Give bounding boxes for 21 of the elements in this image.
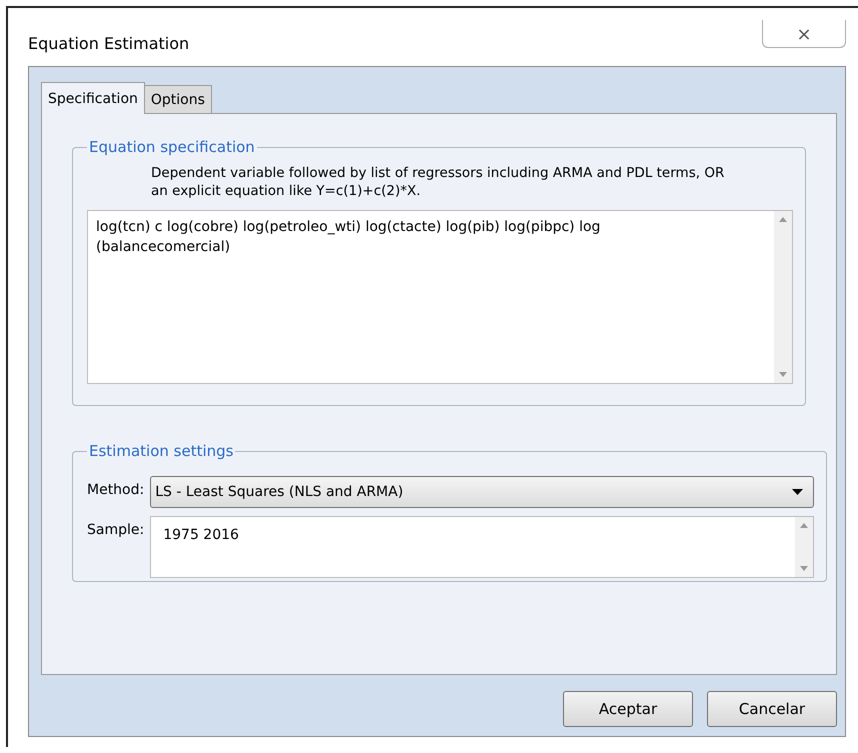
sample-label: Sample: (87, 521, 144, 538)
cancel-button[interactable]: Cancelar (707, 691, 837, 727)
tab[interactable]: Options (144, 85, 212, 113)
scrollbar[interactable] (795, 517, 814, 577)
method-label: Method: (87, 481, 144, 498)
scroll-up-icon[interactable] (779, 217, 787, 222)
close-button[interactable]: ⨯ (762, 20, 846, 48)
scroll-up-icon[interactable] (800, 523, 808, 528)
tab[interactable]: Specification (41, 82, 145, 114)
group-title: Equation specification (88, 138, 256, 156)
ok-button[interactable]: Aceptar (563, 691, 693, 727)
equation-field[interactable]: log(tcn) c log(cobre) log(petroleo_wti) log(ctacte) log(pib) log(pibpc) log (balancecomercial) (87, 210, 793, 384)
method-dropdown[interactable]: LS - Least Squares (NLS and ARMA) (150, 476, 814, 508)
window-title: Equation Estimation (28, 34, 190, 53)
sample-field[interactable]: 1975 2016 (150, 516, 814, 578)
scroll-down-icon[interactable] (800, 566, 808, 571)
scrollbar[interactable] (774, 211, 792, 383)
hint-text: Dependent variable followed by list of regressors including ARMA and PDL terms, OR an explicit equation like Y=c(1)+c(2)*X. (151, 164, 726, 200)
scroll-down-icon[interactable] (779, 372, 787, 377)
caret-icon (792, 489, 804, 495)
group-title: Estimation settings (88, 442, 234, 460)
